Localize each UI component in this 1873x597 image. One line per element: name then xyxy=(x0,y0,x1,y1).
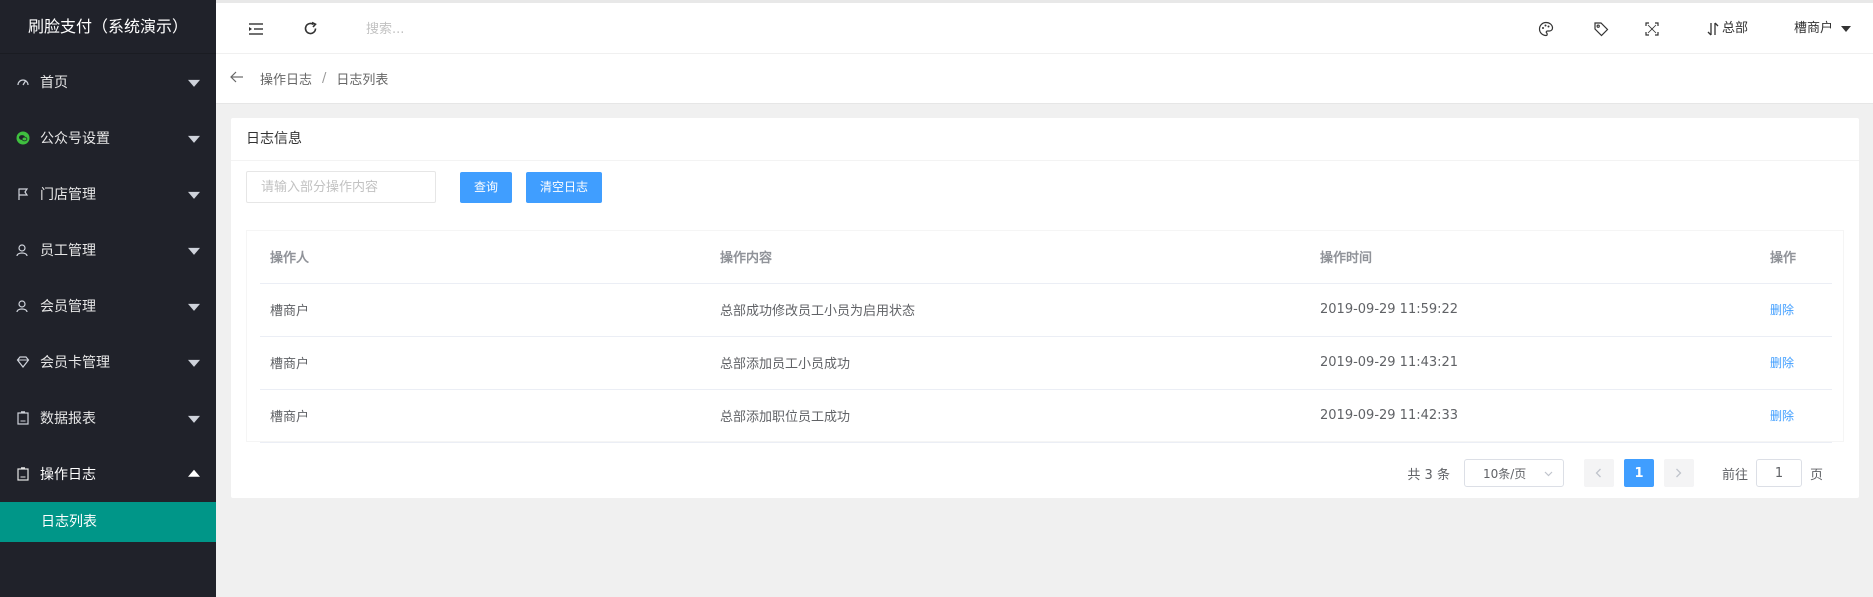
user-icon xyxy=(16,243,30,257)
chevron-down-icon xyxy=(188,191,200,199)
chevron-right-icon xyxy=(1676,468,1682,478)
sidebar-item-home[interactable]: 首页 xyxy=(0,54,216,110)
user-icon xyxy=(16,299,30,313)
breadcrumb-current: 日志列表 xyxy=(336,73,389,88)
page-size-select[interactable]: 10条/页 xyxy=(1463,459,1564,487)
chevron-down-icon xyxy=(188,135,200,143)
log-table-container: 操作人 操作内容 操作时间 操作 槽商户 总部成功修改员工小员为启用状态 201… xyxy=(246,230,1844,443)
sidebar: 刷脸支付（系统演示） 首页 公众号设置 门店管理 员工管理 会员管理 会员卡管理… xyxy=(0,0,216,597)
page-size-value: 10条/页 xyxy=(1482,466,1527,481)
theme-palette-icon[interactable] xyxy=(1536,3,1556,54)
sidebar-item-label: 公众号设置 xyxy=(40,131,110,147)
log-table: 操作人 操作内容 操作时间 操作 槽商户 总部成功修改员工小员为启用状态 201… xyxy=(260,231,1832,443)
breadcrumb-separator: / xyxy=(322,71,327,86)
chevron-down-icon xyxy=(1544,466,1553,480)
sidebar-item-operation-log[interactable]: 操作日志 xyxy=(0,446,216,502)
table-header-row: 操作人 操作内容 操作时间 操作 xyxy=(260,231,1832,284)
flag-icon xyxy=(16,187,30,201)
sidebar-item-label: 员工管理 xyxy=(40,243,96,259)
sidebar-item-staff-management[interactable]: 员工管理 xyxy=(0,222,216,278)
filter-toolbar: 查询 清空日志 xyxy=(246,171,603,203)
page-number-button[interactable]: 1 xyxy=(1623,459,1654,487)
user-menu[interactable]: 槽商户 xyxy=(1794,3,1852,54)
chevron-down-icon xyxy=(188,303,200,311)
dashboard-icon xyxy=(16,75,30,89)
sidebar-item-label: 会员卡管理 xyxy=(40,355,110,371)
tag-icon[interactable] xyxy=(1591,3,1611,54)
table-row: 槽商户 总部添加员工小员成功 2019-09-29 11:43:21 删除 xyxy=(260,336,1832,390)
sidebar-subitem-log-list[interactable]: 日志列表 xyxy=(0,502,216,542)
goto-label: 前往 xyxy=(1721,467,1748,483)
diamond-icon xyxy=(16,355,30,369)
refresh-icon[interactable] xyxy=(300,3,320,54)
cell-operator: 槽商户 xyxy=(260,283,710,337)
pagination: 共 3 条 10条/页 1 前往 页 xyxy=(1407,459,1823,487)
switch-icon[interactable] xyxy=(1706,3,1720,54)
sidebar-item-label: 门店管理 xyxy=(40,187,96,203)
sidebar-item-member-card-management[interactable]: 会员卡管理 xyxy=(0,334,216,390)
cell-content: 总部添加员工小员成功 xyxy=(710,336,1310,390)
sidebar-item-member-management[interactable]: 会员管理 xyxy=(0,278,216,334)
chevron-up-icon xyxy=(188,469,200,477)
prev-page-button[interactable] xyxy=(1583,459,1614,487)
goto-page-input[interactable] xyxy=(1755,459,1802,487)
chevron-down-icon xyxy=(188,359,200,367)
card-title: 日志信息 xyxy=(231,118,1859,161)
chevron-down-icon xyxy=(188,79,200,87)
delete-link[interactable]: 删除 xyxy=(1770,303,1794,317)
log-card: 日志信息 查询 清空日志 操作人 操作内容 操作时间 操作 槽商户 总部成功修改… xyxy=(231,118,1859,498)
cell-content: 总部成功修改员工小员为启用状态 xyxy=(710,283,1310,337)
sidebar-item-label: 会员管理 xyxy=(40,299,96,315)
sidebar-item-label: 首页 xyxy=(40,75,68,91)
report-icon xyxy=(16,411,30,425)
sidebar-item-wechat-settings[interactable]: 公众号设置 xyxy=(0,110,216,166)
delete-link[interactable]: 删除 xyxy=(1770,409,1794,423)
column-header-operator: 操作人 xyxy=(260,231,710,284)
org-switch[interactable]: 总部 xyxy=(1722,3,1748,54)
breadcrumb-parent[interactable]: 操作日志 xyxy=(260,69,312,88)
table-row: 槽商户 总部成功修改员工小员为启用状态 2019-09-29 11:59:22 … xyxy=(260,283,1832,337)
user-name: 槽商户 xyxy=(1794,21,1834,36)
log-icon xyxy=(16,467,30,481)
back-arrow-icon[interactable] xyxy=(230,71,244,87)
chevron-down-icon xyxy=(188,415,200,423)
chevron-down-icon xyxy=(1841,25,1852,32)
column-header-action: 操作 xyxy=(1760,231,1832,284)
top-header: 总部 槽商户 xyxy=(216,0,1873,54)
table-row: 槽商户 总部添加职位员工成功 2019-09-29 11:42:33 删除 xyxy=(260,389,1832,443)
breadcrumb: 操作日志 / 日志列表 xyxy=(216,54,1873,104)
wechat-icon xyxy=(16,131,30,145)
search-input[interactable] xyxy=(366,16,626,42)
total-count: 共 3 条 xyxy=(1407,467,1450,483)
cell-time: 2019-09-29 11:59:22 xyxy=(1310,283,1760,337)
fullscreen-icon[interactable] xyxy=(1642,3,1662,54)
sidebar-item-label: 操作日志 xyxy=(40,467,96,483)
menu-fold-icon[interactable] xyxy=(246,3,266,54)
keyword-input[interactable] xyxy=(246,171,436,203)
query-button[interactable]: 查询 xyxy=(460,171,513,203)
page-suffix: 页 xyxy=(1809,467,1823,483)
cell-time: 2019-09-29 11:42:33 xyxy=(1310,389,1760,443)
chevron-down-icon xyxy=(188,247,200,255)
column-header-time: 操作时间 xyxy=(1310,231,1760,284)
sidebar-item-store-management[interactable]: 门店管理 xyxy=(0,166,216,222)
cell-content: 总部添加职位员工成功 xyxy=(710,389,1310,443)
app-brand: 刷脸支付（系统演示） xyxy=(0,0,216,54)
cell-operator: 槽商户 xyxy=(260,336,710,390)
chevron-left-icon xyxy=(1596,468,1602,478)
cell-operator: 槽商户 xyxy=(260,389,710,443)
clear-log-button[interactable]: 清空日志 xyxy=(526,171,603,203)
column-header-content: 操作内容 xyxy=(710,231,1310,284)
sidebar-item-label: 数据报表 xyxy=(40,411,96,427)
delete-link[interactable]: 删除 xyxy=(1770,356,1794,370)
sidebar-item-data-reports[interactable]: 数据报表 xyxy=(0,390,216,446)
cell-time: 2019-09-29 11:43:21 xyxy=(1310,336,1760,390)
next-page-button[interactable] xyxy=(1663,459,1694,487)
